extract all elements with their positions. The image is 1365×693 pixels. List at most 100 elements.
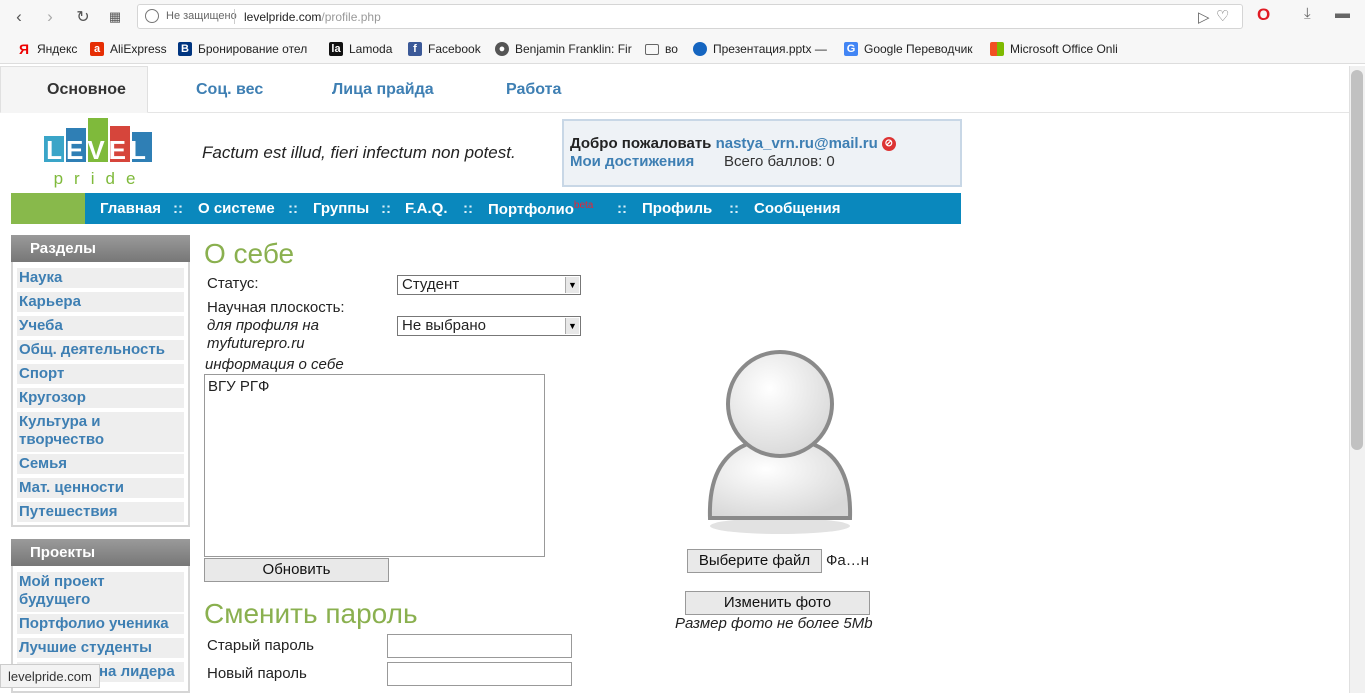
bookmark-presentation[interactable]: Презентация.pptx — (693, 42, 827, 56)
sections-header: Разделы (11, 235, 190, 262)
site-motto: Factum est illud, fieri infectum non pot… (202, 143, 516, 162)
security-label: Не защищено (166, 10, 237, 22)
sidebar-item-sport[interactable]: Спорт (17, 364, 184, 384)
site-logo[interactable]: LEVEL pride (40, 118, 160, 188)
globe-icon (145, 9, 159, 23)
menu-profile[interactable]: Профиль (642, 200, 712, 217)
choose-file-button[interactable]: Выберите файл (687, 549, 822, 573)
menu-messages[interactable]: Сообщения (754, 200, 840, 217)
url-text[interactable]: levelpride.com/profile.php (244, 10, 381, 24)
tab-social-weight[interactable]: Соц. вес (178, 66, 281, 113)
sidebar-item-best-students[interactable]: Лучшие студенты (17, 638, 184, 658)
download-icon[interactable]: ⤓ (1304, 5, 1311, 22)
science-select[interactable]: Не выбрано ▼ (397, 316, 581, 336)
logo-pride-text: pride (54, 169, 147, 188)
reload-icon[interactable]: ↻ (70, 4, 96, 30)
sidebar-item-social-activity[interactable]: Общ. деятельность (17, 340, 184, 360)
folder-icon (645, 43, 659, 55)
bookmark-booking[interactable]: B Бронирование отел (178, 42, 307, 56)
menu-home[interactable]: Главная (100, 200, 161, 217)
heart-icon[interactable]: ♡ (1216, 7, 1229, 25)
photo-size-note: Размер фото не более 5Mb (675, 615, 873, 632)
menu-accent (11, 193, 85, 224)
bookmark-label: AliExpress (110, 42, 167, 56)
science-selected: Не выбрано (402, 317, 486, 334)
bookmark-label: Яндекс (37, 42, 78, 56)
bookmarks-bar: Я Яндекс a AliExpress B Бронирование отел l… (0, 34, 1365, 64)
sidebar-item-student-portfolio[interactable]: Портфолио ученика (17, 614, 184, 634)
opera-icon[interactable]: O (1257, 5, 1270, 25)
bookmark-label: Презентация.pptx — (713, 42, 827, 56)
menu-about[interactable]: О системе (198, 200, 275, 217)
bookmark-folder[interactable]: во (645, 42, 678, 56)
science-label: Научная плоскость: (207, 299, 345, 316)
tab-main[interactable]: Основное (0, 66, 148, 113)
menu-groups[interactable]: Группы (313, 200, 369, 217)
forward-icon[interactable]: › (37, 4, 63, 30)
bookmark-aliexpress[interactable]: a AliExpress (90, 42, 167, 56)
science-hint: для профиля на myfuturepro.ru (207, 317, 319, 352)
sidebar-item-culture[interactable]: Культура и творчество (17, 412, 147, 452)
achievements-line: Мои достижения (570, 153, 694, 170)
old-password-input[interactable] (387, 634, 572, 658)
sidebar-item-travel[interactable]: Путешествия (17, 502, 184, 522)
sidebar-item-science[interactable]: Наука (17, 268, 184, 288)
sidebar-item-values[interactable]: Мат. ценности (17, 478, 184, 498)
menu-faq[interactable]: F.A.Q. (405, 200, 448, 217)
new-password-input[interactable] (387, 662, 572, 686)
tab-pride-faces[interactable]: Лица прайда (314, 66, 452, 113)
yandex-icon: Я (18, 41, 30, 57)
sidebar-item-career[interactable]: Карьера (17, 292, 184, 312)
about-title: О себе (204, 238, 295, 269)
file-name: Фа…н (826, 552, 870, 569)
info-label: информация о себе (205, 356, 344, 373)
bookmark-yandex[interactable]: Я Яндекс (17, 42, 77, 56)
welcome-box: Добро пожаловать nastya_vrn.ru@mail.ru ⊘ … (562, 119, 962, 187)
sidebar-item-study[interactable]: Учеба (17, 316, 184, 336)
tab-work[interactable]: Работа (488, 66, 579, 113)
update-button[interactable]: Обновить (204, 558, 389, 582)
sidebar-item-family[interactable]: Семья (17, 454, 184, 474)
tab-label: Основное (47, 80, 126, 98)
translate-icon: G (844, 42, 858, 56)
bookmark-franklin[interactable]: ● Benjamin Franklin: Fir (495, 42, 632, 56)
menu-separator: :: (729, 200, 739, 217)
change-photo-button[interactable]: Изменить фото (685, 591, 870, 615)
url-divider (234, 9, 235, 24)
tab-label: Лица прайда (332, 80, 434, 98)
address-bar[interactable]: Не защищено levelpride.com/profile.php ▷… (137, 4, 1243, 29)
speed-dial-icon[interactable]: ▦ (102, 4, 128, 30)
lamoda-icon: la (329, 42, 343, 56)
achievements-link[interactable]: Мои достижения (570, 153, 694, 170)
office-icon (990, 42, 1004, 56)
bookmark-translate[interactable]: G Google Переводчик (844, 42, 973, 56)
beta-badge: beta (573, 200, 594, 211)
logout-icon[interactable]: ⊘ (881, 137, 896, 152)
tab-label: Работа (506, 80, 562, 98)
browser-toolbar: ‹ › ↻ ▦ Не защищено levelpride.com/profi… (0, 0, 1365, 34)
menu-separator: :: (173, 200, 183, 217)
bookmark-label: Benjamin Franklin: Fir (515, 42, 632, 56)
projects-header: Проекты (11, 539, 190, 566)
menu-portfolio[interactable]: Портфолиоbeta (488, 200, 593, 218)
menu-icon[interactable]: ▬ (1335, 5, 1350, 22)
back-icon[interactable]: ‹ (6, 4, 32, 30)
about-textarea[interactable]: ВГУ РГФ (204, 374, 545, 557)
tab-label: Соц. вес (196, 80, 264, 98)
bookmark-label: Google Переводчик (864, 42, 973, 56)
seal-icon: ● (495, 42, 509, 56)
sidebar-item-culture-fill (147, 412, 184, 452)
scrollbar-thumb[interactable] (1351, 70, 1363, 450)
bookmark-lamoda[interactable]: la Lamoda (329, 42, 392, 56)
url-host: levelpride.com (244, 10, 322, 24)
sidebar-item-future-project[interactable]: Мой проект будущего (17, 572, 184, 612)
send-icon[interactable]: ▷ (1198, 8, 1210, 26)
menu-separator: :: (288, 200, 298, 217)
bookmark-facebook[interactable]: f Facebook (408, 42, 481, 56)
aliexpress-icon: a (90, 42, 104, 56)
user-email-link[interactable]: nastya_vrn.ru@mail.ru (716, 135, 878, 152)
sidebar-item-outlook[interactable]: Кругозор (17, 388, 184, 408)
bookmark-office[interactable]: Microsoft Office Onli (990, 42, 1118, 56)
status-url-tooltip: levelpride.com (0, 664, 100, 688)
status-select[interactable]: Студент ▼ (397, 275, 581, 295)
